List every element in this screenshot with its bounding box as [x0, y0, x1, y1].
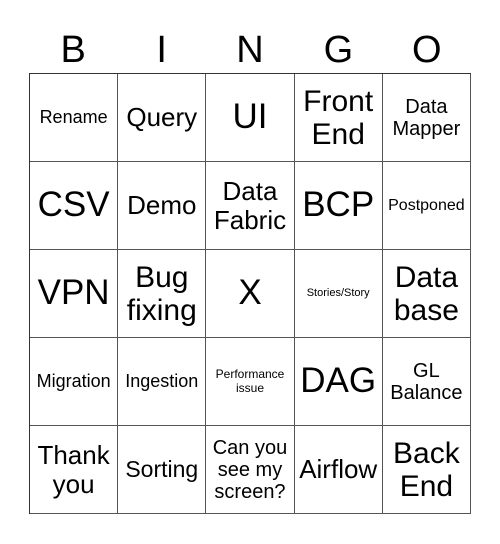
bingo-cell[interactable]: GL Balance [382, 338, 471, 426]
bingo-cell[interactable]: UI [206, 74, 295, 162]
bingo-header: B I N G O [29, 28, 471, 72]
bingo-cell[interactable]: Stories/Story [294, 250, 383, 338]
bingo-cell[interactable]: Ingestion [118, 338, 207, 426]
bingo-cell[interactable]: Rename [30, 74, 119, 162]
bingo-cell[interactable]: Front End [294, 74, 383, 162]
bingo-cell[interactable]: Performance issue [206, 338, 295, 426]
bingo-cell[interactable]: Demo [118, 162, 207, 250]
bingo-grid: Rename Query UI Front End Data Mapper CS… [29, 73, 471, 514]
header-letter-b: B [60, 29, 86, 71]
header-letter-g: G [323, 29, 354, 71]
bingo-cell[interactable]: CSV [30, 162, 119, 250]
bingo-cell[interactable]: Can you see my screen? [206, 426, 295, 514]
bingo-cell[interactable]: Sorting [118, 426, 207, 514]
bingo-cell[interactable]: Thank you [30, 426, 119, 514]
bingo-cell[interactable]: Data Mapper [382, 74, 471, 162]
bingo-cell[interactable]: DAG [294, 338, 383, 426]
bingo-cell[interactable]: Data base [382, 250, 471, 338]
bingo-cell[interactable]: X [206, 250, 295, 338]
header-letter-n: N [236, 29, 264, 71]
bingo-cell[interactable]: Back End [382, 426, 471, 514]
bingo-cell[interactable]: VPN [30, 250, 119, 338]
bingo-cell[interactable]: BCP [294, 162, 383, 250]
header-letter-o: O [412, 29, 442, 71]
bingo-cell[interactable]: Migration [30, 338, 119, 426]
bingo-cell[interactable]: Query [118, 74, 207, 162]
bingo-cell[interactable]: Postponed [382, 162, 471, 250]
header-letter-i: I [156, 29, 167, 71]
bingo-cell[interactable]: Data Fabric [206, 162, 295, 250]
bingo-cell[interactable]: Bug fixing [118, 250, 207, 338]
bingo-cell[interactable]: Airflow [294, 426, 383, 514]
